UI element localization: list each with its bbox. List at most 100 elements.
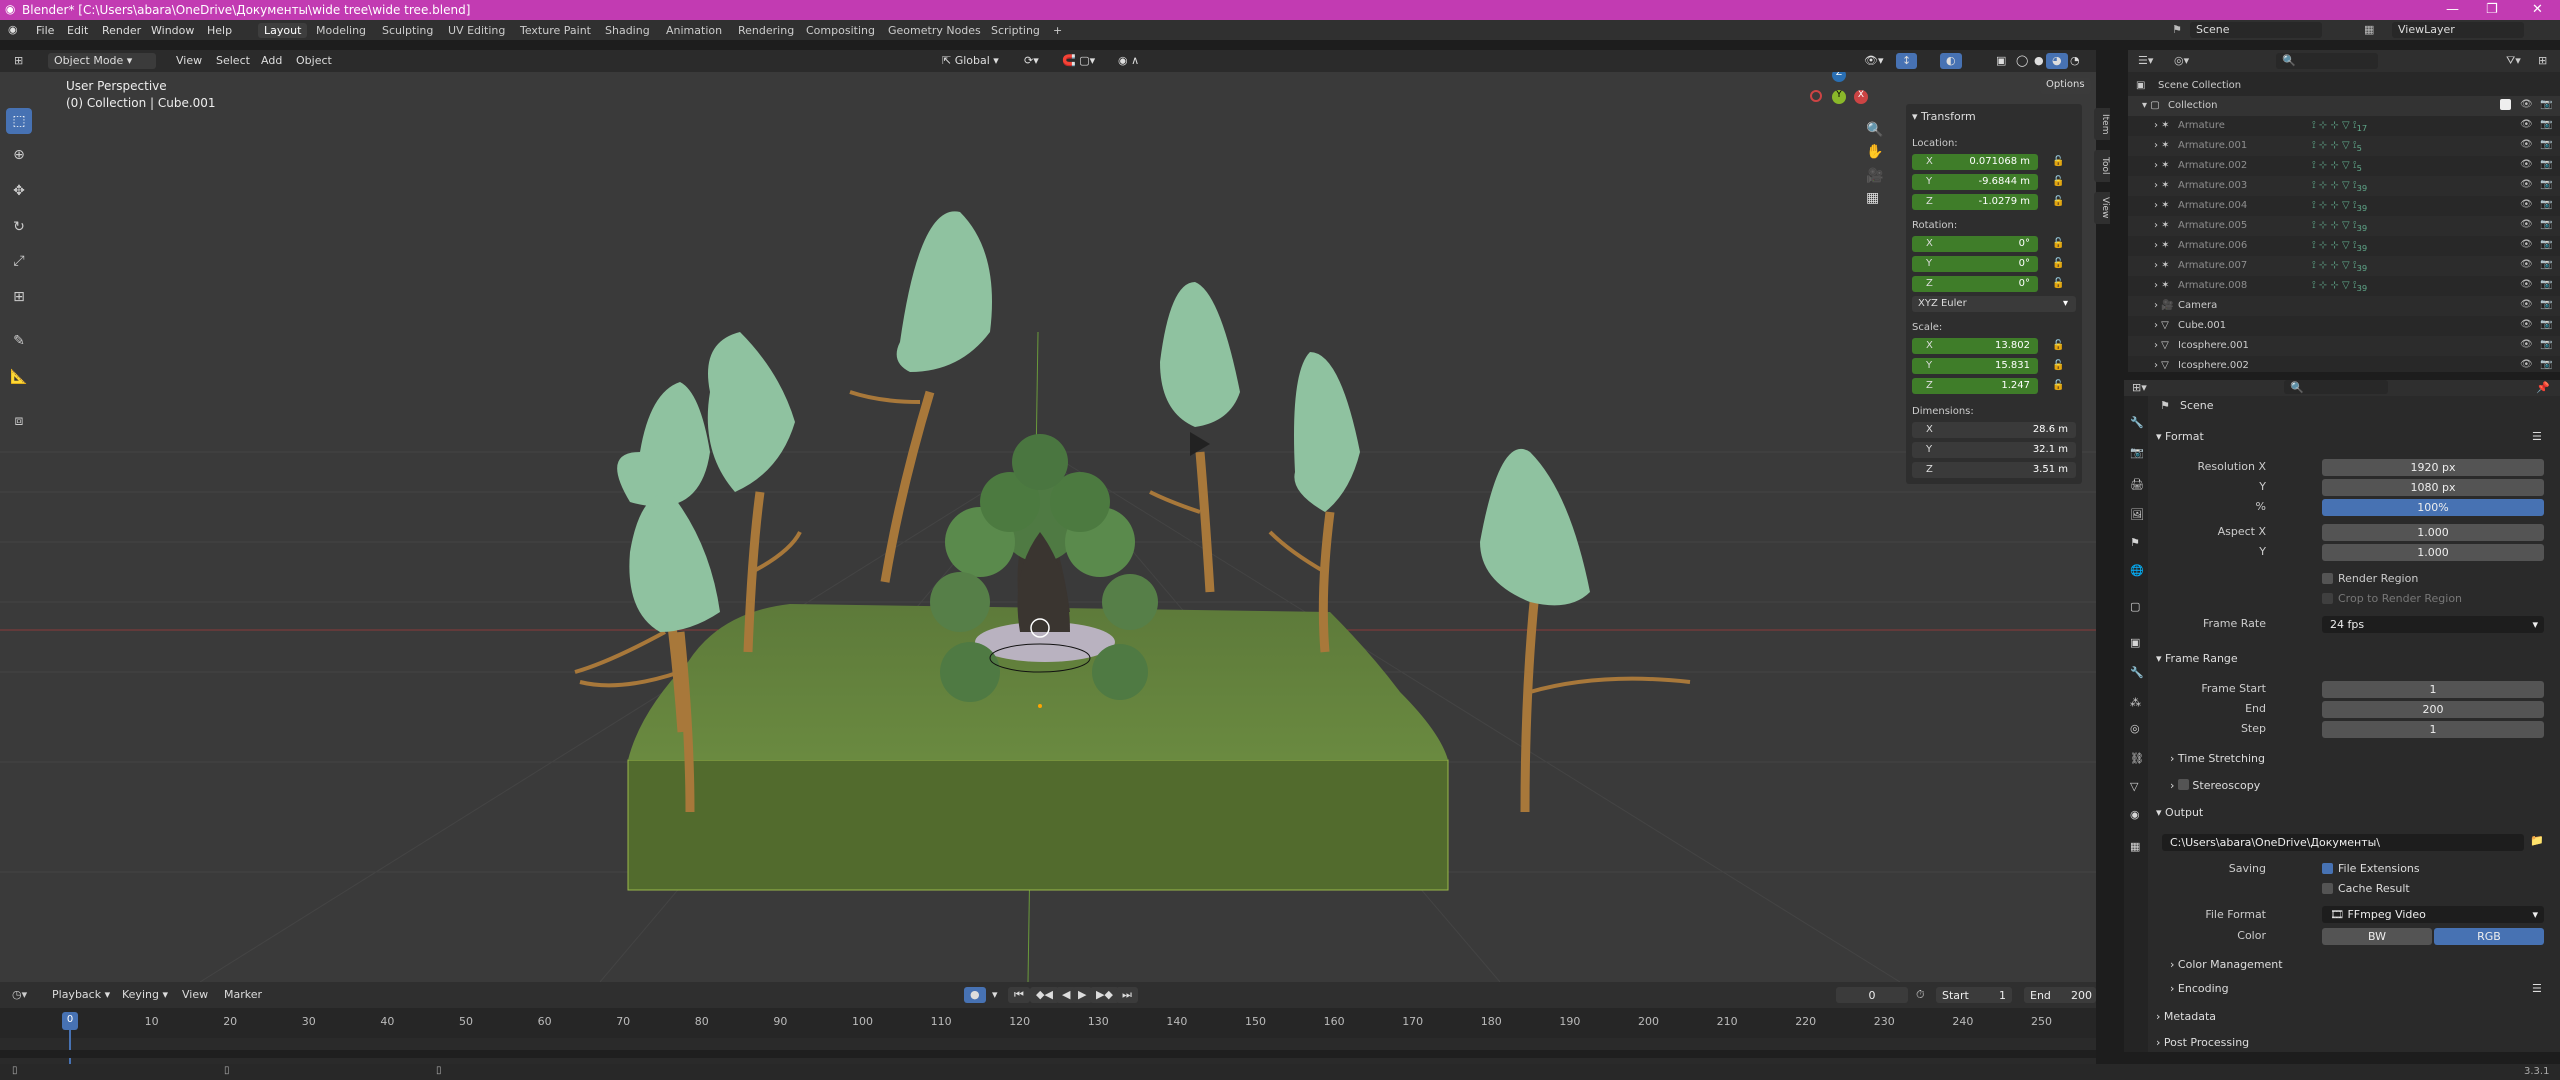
menu-render[interactable]: Render <box>102 24 141 37</box>
eye-icon[interactable]: 👁 <box>2520 279 2533 290</box>
lock-icon[interactable]: 🔓 <box>2052 258 2064 269</box>
menu-keying[interactable]: Keying ▾ <box>116 987 174 1003</box>
resolution-y-field[interactable]: 1080 px <box>2322 479 2544 496</box>
modifier-badge[interactable]: ⟟ ⊹ ⊹ ▽ ⟟39 <box>2312 280 2367 293</box>
resolution-percent-slider[interactable]: 100% <box>2322 499 2544 516</box>
camera-icon[interactable]: 📷 <box>2540 279 2552 290</box>
prev-keyframe-icon[interactable]: ◆◀ <box>1030 987 1059 1003</box>
camera-icon[interactable]: 📷 <box>2540 179 2552 190</box>
scale-x-field[interactable]: X 13.802 <box>1912 338 2038 354</box>
eye-icon[interactable]: 👁 <box>2520 339 2533 350</box>
overlay-icon[interactable]: ◐ <box>1940 53 1962 69</box>
stereoscopy-panel-header[interactable]: › Stereoscopy <box>2170 778 2560 800</box>
rotate-icon[interactable]: ↻ <box>6 214 32 240</box>
scale-y-field[interactable]: Y 15.831 <box>1912 358 2038 374</box>
rotation-mode-select[interactable]: XYZ Euler ▾ <box>1912 296 2076 312</box>
outliner-editor-icon[interactable]: ☰▾ <box>2138 54 2153 67</box>
modifier-badge[interactable]: ⟟ ⊹ ⊹ ▽ ⟟39 <box>2312 220 2367 233</box>
zoom-icon[interactable]: 🔍 <box>1866 122 1883 138</box>
dimensions-y-field[interactable]: Y 32.1 m <box>1912 442 2076 458</box>
maximize-icon[interactable]: ❐ <box>2486 2 2498 17</box>
playhead[interactable]: 0 <box>62 1012 78 1030</box>
rotation-y-field[interactable]: Y 0° <box>1912 256 2038 272</box>
gizmo-neg-x-icon[interactable] <box>1810 90 1822 102</box>
format-panel-header[interactable]: ▾ Format ☰ <box>2156 430 2548 452</box>
camera-icon[interactable]: 📷 <box>2540 299 2552 310</box>
eye-icon[interactable]: 👁 <box>2520 159 2533 170</box>
camera-icon[interactable]: 📷 <box>2540 119 2552 130</box>
menu-select[interactable]: Select <box>210 53 256 69</box>
modifier-badge[interactable]: ⟟ ⊹ ⊹ ▽ ⟟39 <box>2312 180 2367 193</box>
eye-icon[interactable]: 👁 <box>2520 99 2533 110</box>
keying-options-icon[interactable]: ▾ <box>986 987 1004 1003</box>
aspect-y-field[interactable]: 1.000 <box>2322 544 2544 561</box>
exclude-checkbox[interactable] <box>2500 99 2511 110</box>
ortho-toggle-icon[interactable]: ▦ <box>1866 190 1879 206</box>
collection-tab-icon[interactable]: ▢ <box>2130 600 2140 613</box>
outliner-item[interactable]: › ▽ Icosphere.002 👁 📷 <box>2128 356 2560 376</box>
eye-icon[interactable]: 👁 <box>2520 199 2533 210</box>
pivot-icon[interactable]: ⟳▾ <box>1018 53 1045 69</box>
tab-geometry-nodes[interactable]: Geometry Nodes <box>882 23 987 38</box>
minimize-icon[interactable]: — <box>2446 2 2459 17</box>
auto-keying-icon[interactable]: ● <box>964 987 986 1003</box>
transform-icon[interactable]: ⊞ <box>6 284 32 310</box>
tab-shading[interactable]: Shading <box>599 23 656 38</box>
color-management-subpanel[interactable]: › Color Management <box>2170 958 2560 980</box>
object-tab-icon[interactable]: ▣ <box>2130 636 2140 649</box>
close-icon[interactable]: ✕ <box>2532 2 2543 17</box>
menu-object[interactable]: Object <box>290 53 338 69</box>
tab-tool[interactable]: Tool <box>2094 150 2110 182</box>
tab-rendering[interactable]: Rendering <box>732 23 800 38</box>
snap-icon[interactable]: 🧲 ▢▾ <box>1056 53 1101 69</box>
gizmo-icon[interactable]: ↕ <box>1896 53 1918 69</box>
end-frame-field[interactable]: End 200 <box>2024 987 2096 1003</box>
visibility-icon[interactable]: 👁▾ <box>1858 53 1890 69</box>
outliner-item[interactable]: › ✶ Armature.003 ⟟ ⊹ ⊹ ▽ ⟟39 👁 📷 <box>2128 176 2560 196</box>
encoding-subpanel[interactable]: › Encoding ☰ <box>2170 982 2560 1004</box>
tab-animation[interactable]: Animation <box>660 23 728 38</box>
add-workspace-icon[interactable]: + <box>1047 23 1068 38</box>
stopwatch-icon[interactable]: ⏱ <box>1916 988 1925 1002</box>
viewlayer-selector[interactable]: ViewLayer <box>2392 22 2524 38</box>
mode-selector[interactable]: Object Mode ▾ <box>48 53 156 69</box>
gizmo-x-icon[interactable]: X <box>1854 90 1868 104</box>
particles-tab-icon[interactable]: ⁂ <box>2130 696 2141 709</box>
outliner-collection[interactable]: ▾ ▢ Collection 👁 📷 <box>2128 96 2560 116</box>
outliner-item[interactable]: › ✶ Armature.005 ⟟ ⊹ ⊹ ▽ ⟟39 👁 📷 <box>2128 216 2560 236</box>
file-format-select[interactable]: 🎞 FFmpeg Video ▾ <box>2322 906 2544 923</box>
camera-icon[interactable]: 📷 <box>2540 219 2552 230</box>
transform-header[interactable]: ▾ Transform <box>1912 110 1976 123</box>
resolution-x-field[interactable]: 1920 px <box>2322 459 2544 476</box>
tab-layout[interactable]: Layout <box>258 23 308 38</box>
eye-icon[interactable]: 👁 <box>2520 219 2533 230</box>
cursor-icon[interactable]: ⊕ <box>6 142 32 168</box>
camera-icon[interactable]: 📷 <box>2540 359 2552 370</box>
select-box-icon[interactable]: ⬚ <box>6 108 32 134</box>
camera-icon[interactable]: 📷 <box>2540 99 2552 110</box>
scene-tab-icon[interactable]: ⚑ <box>2130 536 2140 549</box>
rotation-z-field[interactable]: Z 0° <box>1912 276 2038 292</box>
rotation-x-field[interactable]: X 0° <box>1912 236 2038 252</box>
new-collection-icon[interactable]: ⊞ <box>2538 54 2547 67</box>
lock-icon[interactable]: 🔓 <box>2052 238 2064 249</box>
outliner-item[interactable]: › ✶ Armature.001 ⟟ ⊹ ⊹ ▽ ⟟5 👁 📷 <box>2128 136 2560 156</box>
camera-icon[interactable]: 📷 <box>2540 139 2552 150</box>
properties-search-input[interactable]: 🔍 <box>2284 380 2388 394</box>
annotate-icon[interactable]: ✎ <box>6 328 32 354</box>
tab-modeling[interactable]: Modeling <box>310 23 372 38</box>
frame-ruler[interactable]: 0 10 20 30 40 50 60 70 80 90 100 110 120 130 140 150 160… <box>0 1008 2096 1070</box>
outliner-item[interactable]: › 🎥 Camera 👁 📷 <box>2128 296 2560 316</box>
camera-icon[interactable]: 📷 <box>2540 259 2552 270</box>
outliner-search-input[interactable]: 🔍 <box>2276 53 2378 69</box>
modifier-badge[interactable]: ⟟ ⊹ ⊹ ▽ ⟟5 <box>2312 160 2362 173</box>
render-tab-icon[interactable]: 📷 <box>2130 446 2144 459</box>
tab-compositing[interactable]: Compositing <box>800 23 881 38</box>
lock-icon[interactable]: 🔓 <box>2052 278 2064 289</box>
eye-icon[interactable]: 👁 <box>2520 119 2533 130</box>
eye-icon[interactable]: 👁 <box>2520 359 2533 370</box>
shading-rendered-icon[interactable]: ◔ <box>2064 53 2086 69</box>
frame-end-field[interactable]: 200 <box>2322 701 2544 718</box>
folder-icon[interactable]: 📁 <box>2530 834 2544 847</box>
data-tab-icon[interactable]: ▽ <box>2130 780 2138 793</box>
